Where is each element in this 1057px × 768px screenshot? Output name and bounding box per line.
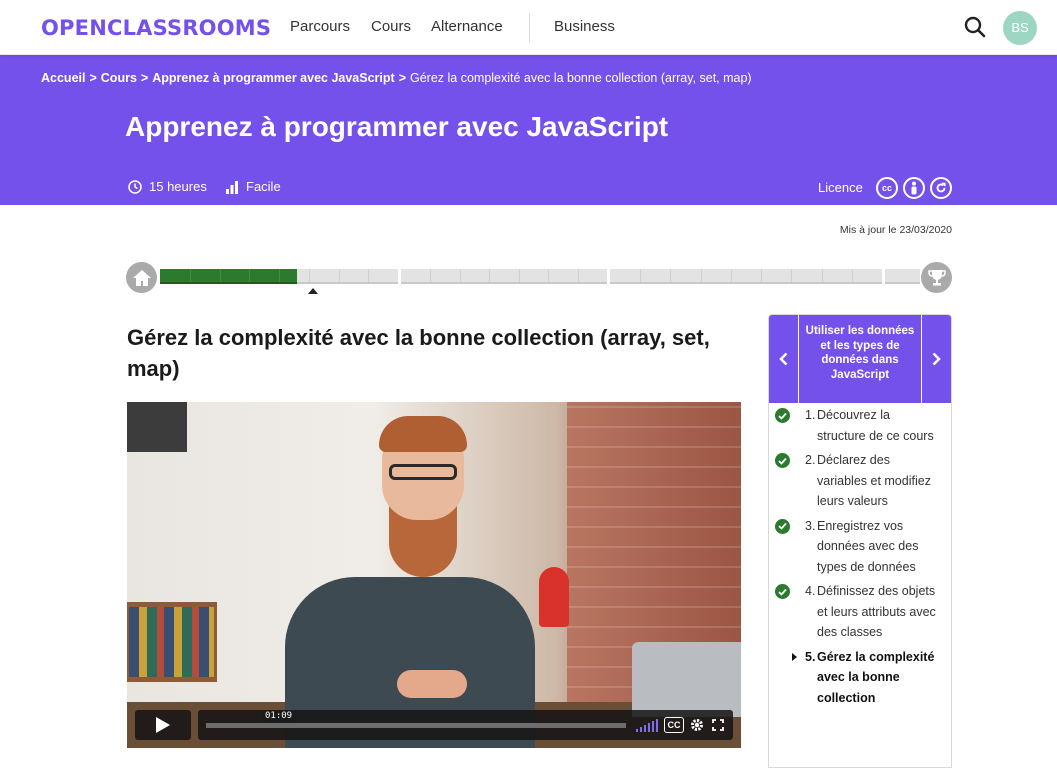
sidebar-chapter-item[interactable]: 2. Déclarez des variables et modifiez leu…: [769, 450, 951, 512]
search-icon[interactable]: [963, 15, 987, 39]
breadcrumb-accueil[interactable]: Accueil: [41, 71, 85, 85]
creative-commons-icon: cc: [876, 177, 898, 199]
video-lamp: [539, 567, 569, 627]
chapter-label: Définissez des objets et leurs attributs…: [817, 584, 936, 639]
chapter-label: Enregistrez vos données avec des types d…: [817, 518, 919, 574]
openclassrooms-logo[interactable]: OPENCLASSROOMS: [41, 16, 271, 40]
cc-icon[interactable]: CC: [664, 717, 684, 733]
chapter-number: 4.: [805, 584, 816, 598]
course-difficulty: Facile: [225, 179, 281, 194]
course-duration: 15 heures: [128, 179, 207, 194]
video-controls: 01:09 CC: [135, 710, 733, 740]
sidebar-chapter-list: 1. Découvrez la structure de ce cours 2. Dé…: [769, 405, 951, 712]
sidebar-chapter-item[interactable]: 5. Gérez la complexité avec la bonne coll…: [769, 647, 951, 709]
breadcrumb-separator: >: [398, 71, 406, 85]
course-header: Accueil > Cours > Apprenez à programmer avec…: [0, 55, 1057, 205]
user-avatar[interactable]: BS: [1003, 11, 1037, 45]
difficulty-text: Facile: [246, 179, 281, 194]
nav-link-parcours[interactable]: Parcours: [290, 18, 350, 35]
chapter-number: 2.: [805, 453, 816, 467]
licence-icons[interactable]: cc: [876, 177, 952, 199]
video-presenter-hair: [379, 416, 467, 452]
previous-part-button[interactable]: [769, 315, 799, 403]
check-icon: [775, 518, 790, 534]
progress-part-segment[interactable]: [610, 269, 882, 284]
chapter-label: Découvrez la structure de ce cours: [817, 408, 934, 443]
video-control-bar: 01:09 CC: [198, 710, 733, 740]
share-alike-icon: [930, 177, 952, 199]
video-time-tooltip: 01:09: [261, 710, 297, 722]
check-icon: [775, 453, 790, 468]
course-home-button[interactable]: [126, 262, 157, 293]
last-updated: Mis à jour le 23/03/2020: [839, 224, 952, 236]
course-title: Apprenez à programmer avec JavaScript: [125, 111, 669, 142]
check-icon: [775, 584, 790, 599]
play-icon: [156, 717, 170, 733]
chevron-left-icon: [779, 352, 788, 366]
progress-completed-fill: [160, 269, 297, 284]
chapter-label: Déclarez des variables et modifiez leurs…: [817, 453, 931, 508]
breadcrumb-cours[interactable]: Cours: [101, 71, 137, 85]
breadcrumb-current: Gérez la complexité avec la bonne collec…: [410, 71, 752, 85]
duration-text: 15 heures: [149, 179, 207, 194]
home-icon: [132, 269, 151, 286]
nav-link-business[interactable]: Business: [554, 18, 615, 35]
course-end-button[interactable]: [921, 262, 952, 293]
fullscreen-icon[interactable]: [710, 717, 726, 733]
nav-link-cours[interactable]: Cours: [371, 18, 411, 35]
nav-divider: [529, 13, 530, 42]
chapter-number: 3.: [805, 518, 816, 533]
play-button[interactable]: [135, 710, 191, 740]
volume-icon[interactable]: [636, 719, 658, 732]
sidebar-chapter-item[interactable]: 3. Enregistrez vos données avec des types…: [769, 516, 951, 578]
next-part-button[interactable]: [921, 315, 951, 403]
nav-link-alternance[interactable]: Alternance: [431, 18, 503, 35]
check-icon: [775, 408, 790, 423]
sidebar-chapter-item[interactable]: 1. Découvrez la structure de ce cours: [769, 405, 951, 446]
sidebar-chapter-item[interactable]: 4. Définissez des objets et leurs attribu…: [769, 581, 951, 643]
breadcrumb-separator: >: [140, 71, 149, 85]
video-scrubber[interactable]: 01:09: [206, 710, 626, 728]
attribution-icon: [903, 177, 925, 199]
progress-part-segment[interactable]: [401, 269, 607, 284]
current-position-marker: [308, 288, 318, 294]
sidebar-part-title: Utiliser les données et les types de don…: [805, 325, 915, 381]
difficulty-bars-icon: [226, 180, 238, 194]
chapter-number: 5.: [805, 649, 816, 664]
sidebar-part-header: Utiliser les données et les types de don…: [769, 315, 951, 403]
chapter-label: Gérez la complexité avec la bonne collec…: [817, 649, 935, 705]
progress-part-segment[interactable]: [885, 269, 920, 284]
trophy-icon: [927, 269, 946, 285]
breadcrumb: Accueil > Cours > Apprenez à programmer avec…: [41, 71, 752, 85]
chevron-right-icon: [932, 352, 941, 366]
video-laptop: [632, 642, 741, 717]
current-chapter-caret-icon: [792, 652, 797, 661]
chapter-number: 1.: [805, 408, 816, 422]
clock-icon: [128, 179, 142, 194]
licence-link[interactable]: Licence: [818, 180, 863, 195]
video-presenter-glasses: [389, 464, 457, 480]
chapter-sidebar: Utiliser les données et les types de don…: [768, 314, 952, 768]
video-books: [129, 607, 214, 677]
breadcrumb-separator: >: [89, 71, 97, 85]
course-progress-bar[interactable]: [160, 269, 920, 284]
settings-icon[interactable]: [689, 717, 705, 733]
video-frame-detail: [127, 402, 187, 452]
top-navbar: OPENCLASSROOMS Parcours Cours Alternance…: [0, 0, 1057, 55]
video-player[interactable]: 01:09 CC: [127, 402, 741, 748]
chapter-title: Gérez la complexité avec la bonne collec…: [127, 325, 710, 381]
breadcrumb-course[interactable]: Apprenez à programmer avec JavaScript: [152, 71, 394, 85]
video-presenter-hands: [397, 670, 467, 698]
